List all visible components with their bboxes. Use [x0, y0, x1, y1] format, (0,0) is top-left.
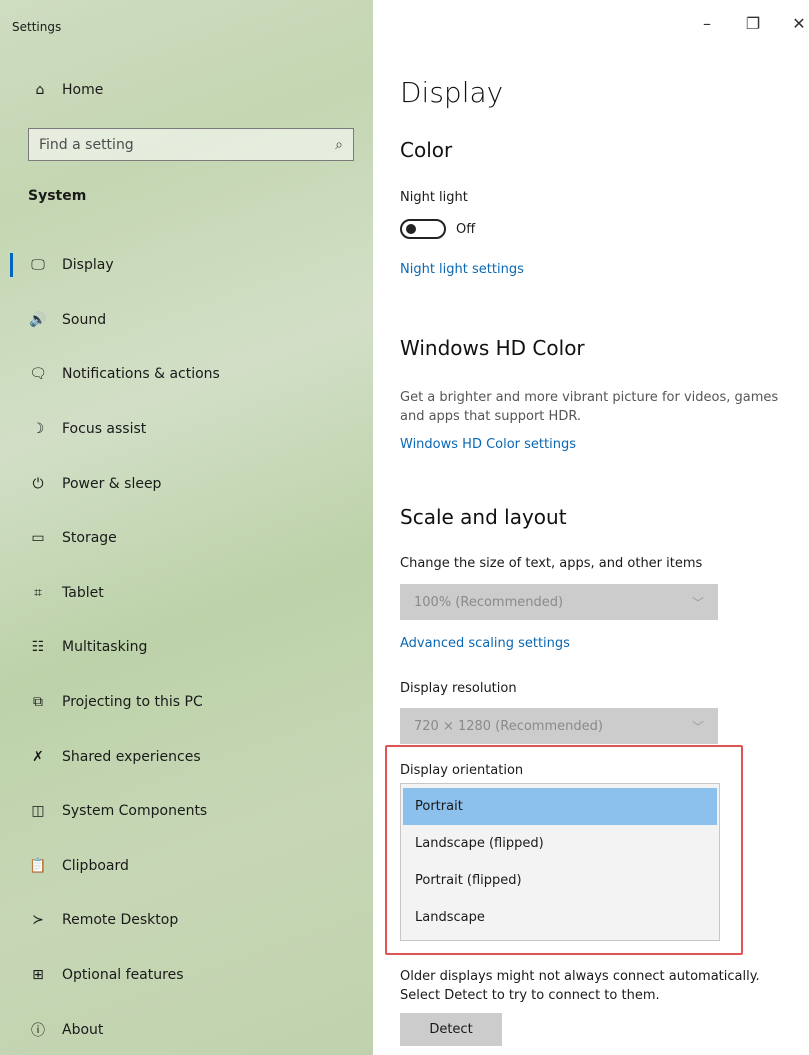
window-title: Settings	[12, 20, 62, 34]
night-light-state: Off	[456, 221, 476, 237]
features-icon: ⊞	[32, 967, 44, 984]
sidebar-item-storage[interactable]: ▭ Storage	[0, 511, 373, 566]
sidebar-item-projecting-to-this-pc[interactable]: ⧉ Projecting to this PC	[0, 675, 373, 730]
info-icon: ⓘ	[31, 1022, 45, 1039]
page-title: Display	[400, 76, 504, 109]
sidebar-item-label: Multitasking	[62, 639, 148, 656]
sidebar-item-label: Storage	[62, 530, 117, 547]
night-light-label: Night light	[400, 190, 468, 205]
detect-button[interactable]: Detect	[400, 1013, 502, 1046]
window-controls: – ❐ ✕	[699, 14, 809, 33]
sidebar-item-label: Optional features	[62, 967, 184, 984]
hd-color-heading: Windows HD Color	[400, 336, 585, 360]
minimize-icon[interactable]: –	[699, 14, 715, 33]
multitasking-icon: ☷	[31, 639, 45, 656]
hd-color-settings-link[interactable]: Windows HD Color settings	[400, 437, 576, 452]
sidebar-item-label: Shared experiences	[62, 748, 201, 765]
sidebar: Settings ⌂ Home ⌕ System 🖵 Display 🔊 Sound 🗨…	[0, 0, 373, 1055]
chevron-down-icon: ﹀	[691, 595, 704, 610]
orientation-label: Display orientation	[400, 763, 524, 778]
home-link[interactable]: ⌂ Home	[30, 82, 104, 98]
sidebar-item-label: Clipboard	[62, 857, 129, 874]
speaker-icon: 🔊	[29, 311, 47, 328]
sidebar-item-sound[interactable]: 🔊 Sound	[0, 293, 373, 348]
search-box[interactable]: ⌕	[28, 128, 354, 161]
resolution-dropdown[interactable]: 720 × 1280 (Recommended) ﹀	[400, 708, 718, 744]
clipboard-icon: 📋	[29, 857, 47, 874]
monitor-icon: 🖵	[31, 257, 45, 274]
sidebar-nav: 🖵 Display 🔊 Sound 🗨 Notifications & actions ☽ F…	[0, 238, 373, 1055]
orientation-option[interactable]: Portrait (flipped)	[403, 862, 717, 899]
chevron-down-icon: ﹀	[691, 719, 704, 734]
night-light-settings-link[interactable]: Night light settings	[400, 262, 524, 277]
section-label: System	[28, 188, 87, 204]
power-icon: ⏻	[32, 475, 44, 492]
sidebar-item-label: Focus assist	[62, 421, 147, 438]
sidebar-item-label: System Components	[62, 803, 208, 820]
storage-icon: ▭	[31, 530, 45, 547]
advanced-scaling-link[interactable]: Advanced scaling settings	[400, 636, 570, 651]
search-input[interactable]	[39, 136, 309, 153]
sidebar-item-shared-experiences[interactable]: ✗ Shared experiences	[0, 729, 373, 784]
sidebar-item-label: Power & sleep	[62, 475, 162, 492]
hd-color-description: Get a brighter and more vibrant picture …	[400, 390, 779, 424]
orientation-option[interactable]: Portrait	[403, 788, 717, 825]
sidebar-item-about[interactable]: ⓘ About	[0, 1002, 373, 1055]
main-content: – ❐ ✕ Display Color Night light Off Nigh…	[373, 0, 809, 1055]
sidebar-item-label: Remote Desktop	[62, 912, 179, 929]
restore-icon[interactable]: ❐	[745, 14, 761, 33]
search-icon[interactable]: ⌕	[335, 137, 343, 153]
sidebar-item-remote-desktop[interactable]: ≻ Remote Desktop	[0, 893, 373, 948]
sidebar-item-label: About	[62, 1021, 104, 1038]
shared-icon: ✗	[32, 748, 44, 765]
sidebar-item-system-components[interactable]: ◫ System Components	[0, 784, 373, 839]
sidebar-item-optional-features[interactable]: ⊞ Optional features	[0, 948, 373, 1003]
sidebar-item-label: Tablet	[62, 584, 104, 601]
toggle-knob	[406, 224, 416, 234]
sidebar-item-multitasking[interactable]: ☷ Multitasking	[0, 620, 373, 675]
scale-heading: Scale and layout	[400, 505, 567, 529]
sidebar-item-focus-assist[interactable]: ☽ Focus assist	[0, 402, 373, 457]
sidebar-item-label: Notifications & actions	[62, 366, 220, 383]
moon-icon: ☽	[31, 421, 45, 438]
sidebar-item-label: Sound	[62, 311, 107, 328]
toggle-track[interactable]	[400, 219, 446, 239]
home-label: Home	[62, 82, 104, 98]
components-icon: ◫	[31, 803, 45, 820]
detect-description: Older displays might not always connect …	[400, 969, 760, 1003]
sidebar-item-tablet[interactable]: ⌗ Tablet	[0, 566, 373, 621]
resolution-label: Display resolution	[400, 681, 517, 696]
color-heading: Color	[400, 138, 453, 162]
remote-icon: ≻	[32, 912, 44, 929]
sidebar-item-power-sleep[interactable]: ⏻ Power & sleep	[0, 456, 373, 511]
sidebar-item-label: Projecting to this PC	[62, 694, 203, 711]
orientation-dropdown-list[interactable]: Portrait Landscape (flipped) Portrait (fli…	[400, 783, 720, 941]
sidebar-item-display[interactable]: 🖵 Display	[0, 238, 373, 293]
projecting-icon: ⧉	[33, 694, 43, 711]
night-light-toggle[interactable]: Off	[400, 219, 475, 239]
close-icon[interactable]: ✕	[791, 14, 807, 33]
resolution-value: 720 × 1280 (Recommended)	[414, 718, 603, 734]
home-icon: ⌂	[35, 82, 45, 98]
sidebar-item-label: Display	[62, 257, 114, 274]
scale-value: 100% (Recommended)	[414, 594, 564, 610]
tablet-icon: ⌗	[34, 584, 42, 601]
orientation-option[interactable]: Landscape	[403, 899, 717, 936]
notification-icon: 🗨	[29, 366, 47, 383]
scale-dropdown[interactable]: 100% (Recommended) ﹀	[400, 584, 718, 620]
sidebar-item-clipboard[interactable]: 📋 Clipboard	[0, 839, 373, 894]
sidebar-item-notifications-actions[interactable]: 🗨 Notifications & actions	[0, 347, 373, 402]
orientation-option[interactable]: Landscape (flipped)	[403, 825, 717, 862]
size-label: Change the size of text, apps, and other…	[400, 556, 703, 571]
